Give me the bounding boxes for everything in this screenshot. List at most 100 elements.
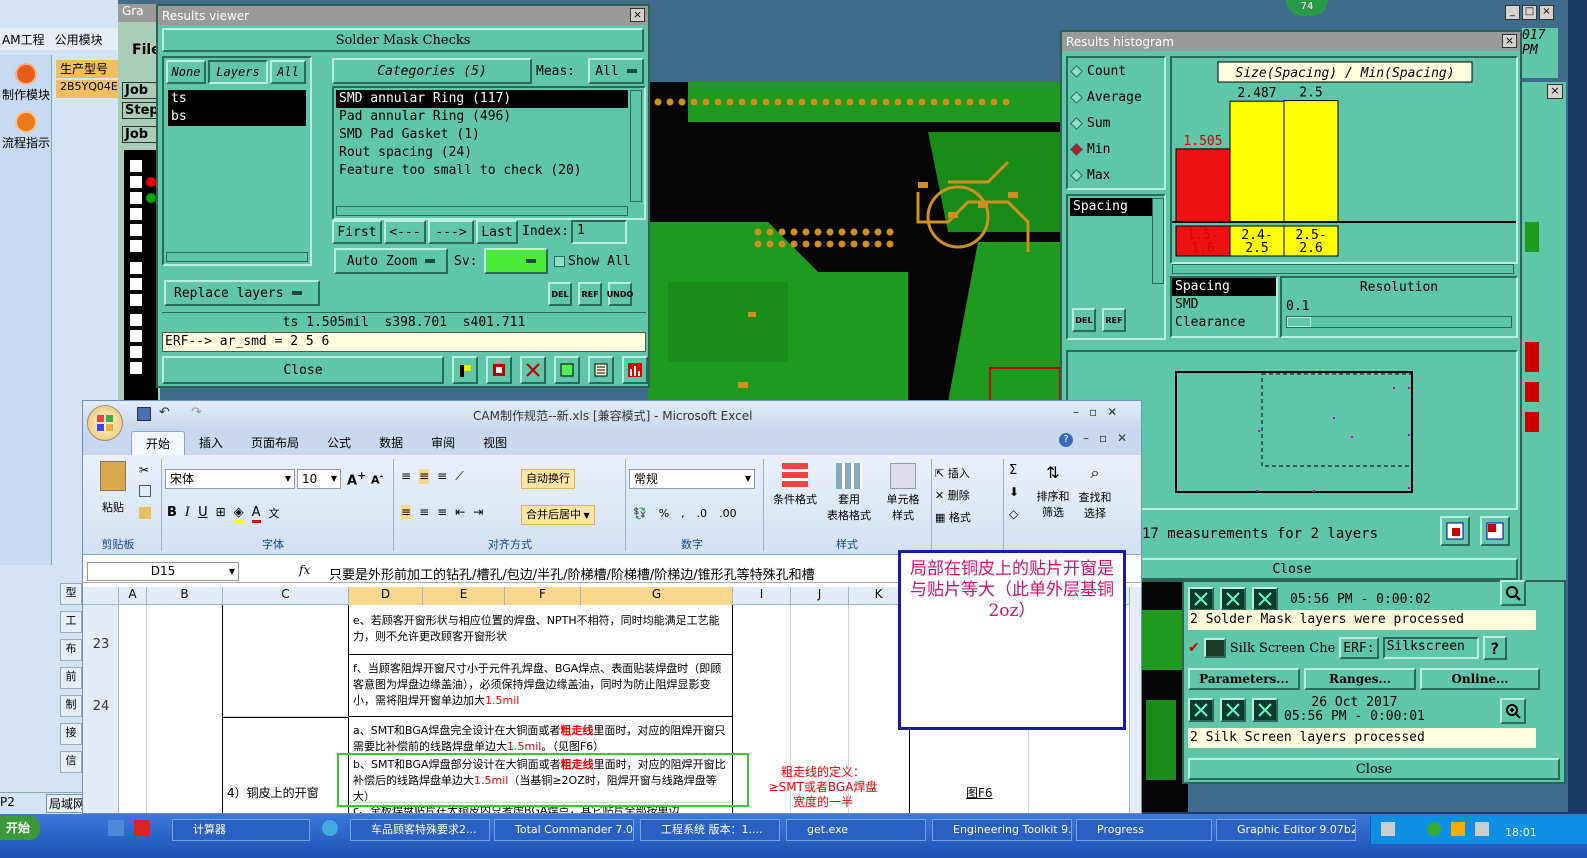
zoom-fit-icon[interactable] <box>1480 516 1510 546</box>
close-icon[interactable]: ✕ <box>1107 405 1117 419</box>
export-icon[interactable] <box>1440 516 1470 546</box>
ribbon-tab[interactable]: 页面布局 <box>237 431 313 455</box>
ribbon-tab[interactable]: 数据 <box>365 431 417 455</box>
cell-text-f[interactable]: f、当顾客阻焊开窗尺寸小于元件孔焊盘、BGA焊点、表面贴装焊盘时（即顾客意图为焊… <box>349 655 733 717</box>
format-as-table-button[interactable]: 套用 表格格式 <box>821 463 877 523</box>
ranges-button[interactable]: Ranges... <box>1304 668 1416 690</box>
col-header-E[interactable]: E <box>423 587 505 605</box>
replace-layers-button[interactable]: Replace layers <box>164 280 320 306</box>
category-item[interactable]: Feature too small to check (20) <box>336 162 628 180</box>
maximize-icon[interactable]: □ <box>1522 5 1537 20</box>
side-btn-flow[interactable]: 流程指示 <box>0 109 52 153</box>
restore-icon[interactable]: ▫ <box>1089 405 1097 419</box>
align-right-icon[interactable]: ≡ <box>437 505 447 519</box>
tab-all[interactable]: All <box>270 60 306 84</box>
ref-button[interactable]: REF <box>578 282 602 306</box>
copy-icon[interactable] <box>139 485 151 497</box>
format-cells-button[interactable]: ▦ 格式 <box>935 507 971 529</box>
ribbon-tab[interactable]: 开始 <box>131 431 186 455</box>
next-button[interactable]: ---> <box>428 220 474 244</box>
col-header-F[interactable]: F <box>505 587 581 605</box>
layer-checkboxes[interactable] <box>124 150 158 400</box>
resolution-slider-thumb[interactable] <box>1287 317 1311 327</box>
run-icon[interactable] <box>1220 698 1246 722</box>
task-engineering-system[interactable]: 工程系统 版本：1.... <box>640 819 780 841</box>
currency-icon[interactable]: 💱 <box>633 507 647 520</box>
task-car-requirements[interactable]: 车品顾客特殊要求2... <box>350 819 490 841</box>
delete-cross-icon[interactable] <box>520 356 546 384</box>
cell-styles-button[interactable]: 单元格 样式 <box>875 463 931 523</box>
histogram-bar[interactable] <box>1175 148 1231 223</box>
redo-icon[interactable]: ↷ <box>191 405 202 420</box>
chart-hscroll[interactable] <box>1172 264 1514 274</box>
check-icon[interactable]: ✔ <box>1188 640 1200 656</box>
stat-option-count[interactable]: Count <box>1068 58 1164 84</box>
ribbon-tab[interactable]: 公式 <box>313 431 365 455</box>
minimize-icon[interactable]: – <box>1083 431 1089 445</box>
tray-icon[interactable] <box>1475 822 1489 836</box>
save-icon[interactable] <box>137 407 151 421</box>
layer-item-ts[interactable]: ts <box>168 90 306 108</box>
col-header-B[interactable]: B <box>147 587 223 605</box>
show-all-checkbox[interactable]: Show All <box>554 254 631 269</box>
indent-icon[interactable]: ⇥ <box>473 505 483 519</box>
delete-cells-button[interactable]: ✕ 删除 <box>935 485 971 507</box>
run-icon[interactable] <box>1252 698 1278 722</box>
shrink-font-icon[interactable]: A- <box>371 471 383 487</box>
list2-item[interactable]: Clearance <box>1172 314 1276 332</box>
ribbon-tab[interactable]: 视图 <box>469 431 521 455</box>
decrease-decimal-icon[interactable]: .00 <box>719 507 737 520</box>
layer-item-bs[interactable]: bs <box>168 108 306 126</box>
prod-value[interactable]: 2B5YQ04E <box>56 80 118 98</box>
autosum-icon[interactable]: Σ <box>1009 463 1017 478</box>
restore-icon[interactable]: ▫ <box>1099 431 1107 445</box>
type-vscroll[interactable] <box>1152 198 1164 284</box>
cut-icon[interactable]: ✂ <box>139 463 149 477</box>
close-icon[interactable]: × <box>1547 84 1563 99</box>
resolution-slider[interactable] <box>1286 316 1512 328</box>
first-button[interactable]: First <box>332 220 382 244</box>
underline-icon[interactable]: U <box>198 505 208 523</box>
stat-option-average[interactable]: Average <box>1068 84 1164 110</box>
col-header-C[interactable]: C <box>223 587 349 605</box>
tray-icon[interactable] <box>1381 822 1395 836</box>
stat-option-sum[interactable]: Sum <box>1068 110 1164 136</box>
layer-hscroll[interactable] <box>166 252 308 262</box>
histogram-icon[interactable] <box>622 356 648 384</box>
run-icon[interactable] <box>1220 587 1246 611</box>
list2-item[interactable]: SMD <box>1172 296 1276 314</box>
prev-button[interactable]: <--- <box>384 220 426 244</box>
task-total-commander[interactable]: Total Commander 7.0... <box>494 819 634 841</box>
tray-icon[interactable] <box>1451 822 1465 836</box>
left-tab-4[interactable]: 制 <box>60 695 82 717</box>
menu-common-module[interactable]: 公用模块 <box>55 31 103 48</box>
minimize-icon[interactable]: _ <box>1505 5 1520 20</box>
hist-del-button[interactable]: DEL <box>1072 308 1096 332</box>
left-tab-2[interactable]: 布 <box>60 639 82 661</box>
task-calculator[interactable]: 计算器 <box>172 819 310 841</box>
col-header-G[interactable]: G <box>581 587 733 605</box>
align-top-icon[interactable]: ≡ <box>401 469 411 484</box>
stat-option-min[interactable]: Min <box>1068 136 1164 162</box>
sheet-vscroll[interactable] <box>1129 587 1141 813</box>
col-header-J[interactable]: J <box>791 587 849 605</box>
font-name-select[interactable]: 宋体 ▼ <box>165 469 295 489</box>
fill-icon[interactable]: ⬇ <box>1009 485 1019 499</box>
number-format-select[interactable]: 常规 ▼ <box>629 469 755 489</box>
merge-center-button[interactable]: 合并后居中 ▼ <box>521 505 595 525</box>
align-middle-icon[interactable]: ≡ <box>419 469 430 484</box>
cell-fig[interactable]: 图F6 <box>966 784 993 801</box>
conditional-format-button[interactable]: 条件格式 <box>767 463 823 507</box>
comma-icon[interactable]: , <box>681 507 685 520</box>
stat-option-max[interactable]: Max <box>1068 162 1164 188</box>
italic-icon[interactable]: I <box>185 505 190 523</box>
ribbon-tab[interactable]: 审阅 <box>417 431 469 455</box>
del-button[interactable]: DEL <box>548 282 572 306</box>
category-item[interactable]: Pad annular Ring (496) <box>336 108 628 126</box>
find-select-button[interactable]: ⌕ 查找和 选择 <box>1075 463 1115 521</box>
minimize-icon[interactable]: – <box>1073 405 1079 419</box>
histogram-bar[interactable] <box>1229 100 1285 223</box>
border-icon[interactable]: ⊞ <box>216 505 226 523</box>
histogram-bar[interactable] <box>1283 100 1339 223</box>
start-button[interactable]: 开始 <box>0 816 40 840</box>
